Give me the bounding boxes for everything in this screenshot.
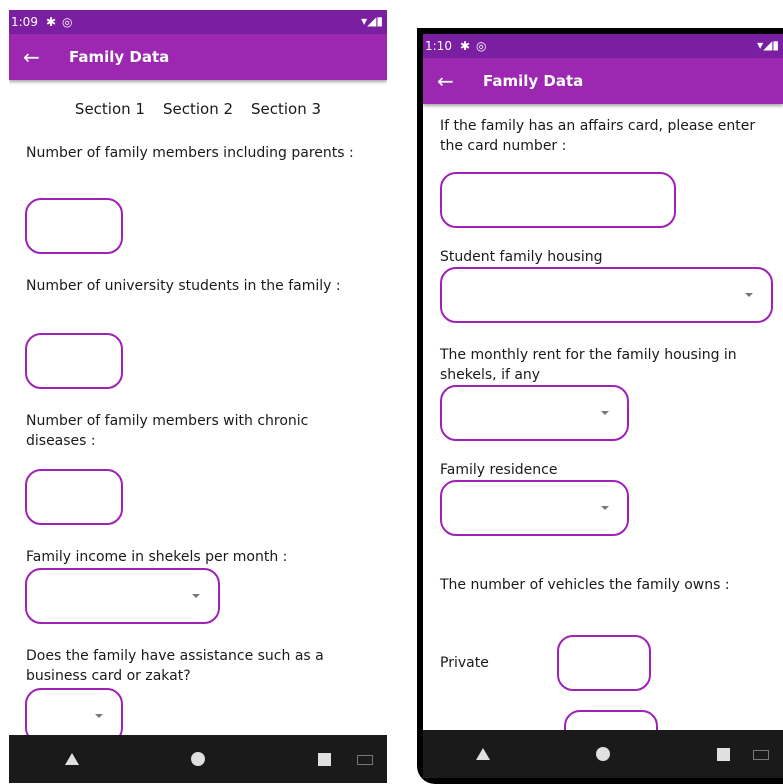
nav-recents-icon[interactable]	[317, 752, 331, 766]
nav-back-icon[interactable]	[65, 753, 80, 765]
dropdown-arrow-icon	[601, 411, 609, 415]
signal-battery-icon: ▾◢▮	[361, 14, 383, 28]
tab-section-1[interactable]: Section 1	[75, 100, 145, 118]
back-arrow-icon[interactable]: ←	[437, 69, 461, 93]
members-input[interactable]	[25, 198, 123, 254]
app-bar: ← Family Data	[9, 34, 387, 80]
keyboard-icon[interactable]	[357, 755, 373, 765]
left-screen: 1:09 ✱ ◎ ▾◢▮ ← Family Data Section 1 Sec…	[9, 10, 387, 783]
rent-label: The monthly rent for the family housing …	[440, 347, 737, 383]
nav-recents-icon[interactable]	[716, 747, 730, 761]
assistance-label: Does the family have assistance such as …	[26, 648, 324, 684]
chronic-input[interactable]	[25, 469, 123, 525]
status-time: 1:10	[425, 39, 452, 53]
back-arrow-icon[interactable]: ←	[23, 45, 47, 69]
settings-icon: ✱	[459, 39, 471, 53]
notification-icon: ◎	[62, 15, 73, 29]
status-bar: 1:10 ✱ ◎ ▾◢▮	[423, 34, 783, 58]
housing-dropdown[interactable]	[440, 267, 773, 323]
page-title: Family Data	[69, 48, 170, 66]
dropdown-arrow-icon	[95, 714, 103, 718]
students-label: Number of university students in the fam…	[26, 278, 341, 294]
rent-dropdown[interactable]	[440, 385, 629, 441]
income-label: Family income in shekels per month :	[26, 549, 288, 565]
affairs-label: If the family has an affairs card, pleas…	[440, 118, 756, 154]
chronic-label: Number of family members with chronic di…	[26, 413, 309, 449]
status-bar: 1:09 ✱ ◎ ▾◢▮	[9, 10, 387, 34]
dropdown-arrow-icon	[745, 293, 753, 297]
settings-icon: ✱	[45, 15, 57, 29]
system-nav-bar	[423, 730, 783, 778]
residence-label: Family residence	[440, 462, 558, 478]
dropdown-arrow-icon	[192, 594, 200, 598]
notification-icon: ◎	[476, 39, 487, 53]
members-label: Number of family members including paren…	[26, 145, 354, 161]
income-dropdown[interactable]	[25, 568, 220, 624]
residence-dropdown[interactable]	[440, 480, 629, 536]
dropdown-arrow-icon	[601, 506, 609, 510]
private-vehicles-input[interactable]	[557, 635, 651, 691]
page-title: Family Data	[483, 72, 584, 90]
tab-section-3[interactable]: Section 3	[251, 100, 321, 118]
students-input[interactable]	[25, 333, 123, 389]
nav-back-icon[interactable]	[476, 748, 491, 760]
nav-home-icon[interactable]	[191, 752, 206, 766]
app-bar: ← Family Data	[423, 58, 783, 104]
right-screen: 1:10 ✱ ◎ ▾◢▮ ← Family Data If the family…	[423, 34, 783, 778]
nav-home-icon[interactable]	[596, 747, 611, 761]
right-phone: 1:10 ✱ ◎ ▾◢▮ ← Family Data If the family…	[417, 28, 783, 784]
section-tabs: Section 1 Section 2 Section 3	[9, 100, 387, 118]
status-time: 1:09	[11, 15, 38, 29]
vehicles-label: The number of vehicles the family owns :	[440, 577, 730, 593]
affairs-card-input[interactable]	[440, 172, 676, 228]
system-nav-bar	[9, 735, 387, 783]
private-label: Private	[440, 655, 489, 671]
left-phone: 1:09 ✱ ◎ ▾◢▮ ← Family Data Section 1 Sec…	[9, 10, 387, 783]
tab-section-2[interactable]: Section 2	[163, 100, 233, 118]
housing-label: Student family housing	[440, 249, 603, 265]
signal-battery-icon: ▾◢▮	[757, 38, 779, 52]
keyboard-icon[interactable]	[753, 750, 769, 760]
